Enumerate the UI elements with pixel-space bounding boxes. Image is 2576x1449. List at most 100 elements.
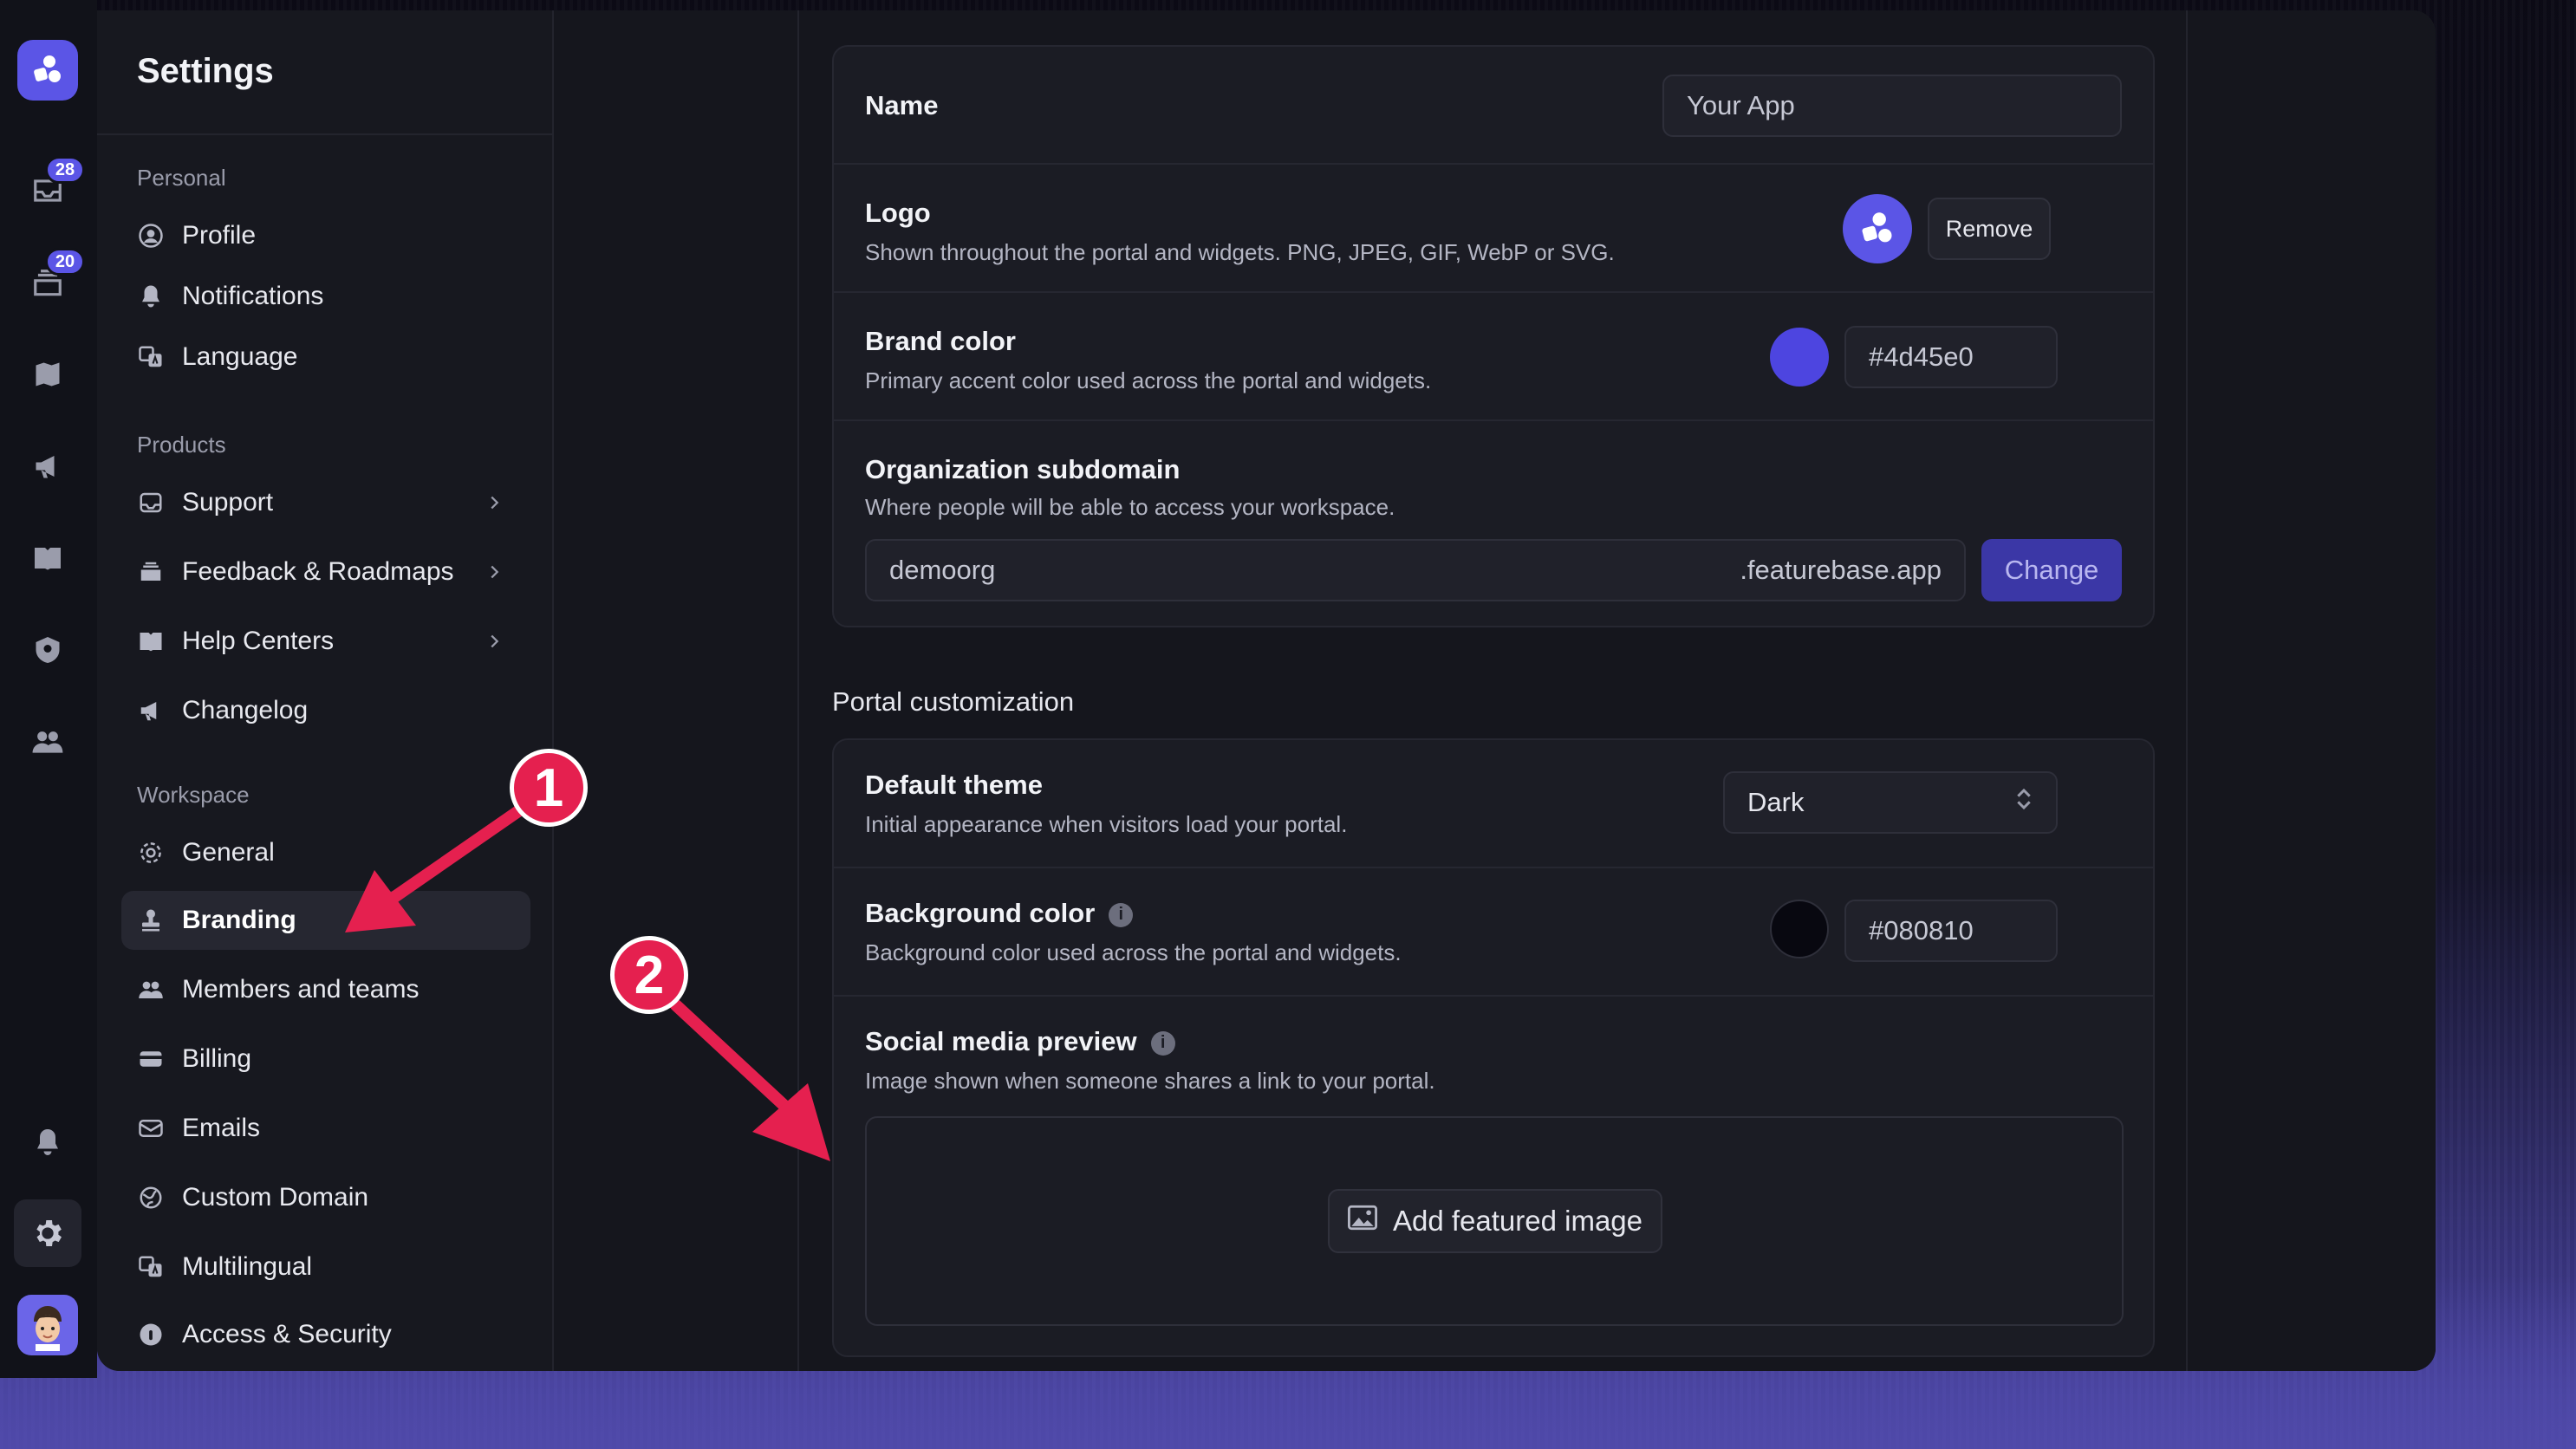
sidebar-item-language[interactable]: Language	[121, 328, 530, 387]
tray-icon	[137, 558, 165, 586]
megaphone-icon[interactable]	[29, 447, 67, 485]
remove-logo-button[interactable]: Remove	[1928, 198, 2051, 260]
section-personal: Personal	[137, 165, 226, 191]
sidebar-item-label: Access & Security	[182, 1320, 392, 1348]
tray-badge: 20	[45, 248, 85, 276]
brand-color-description: Primary accent color used across the por…	[865, 367, 1432, 393]
subdomain-value: demoorg	[889, 555, 996, 585]
middle-gutter	[556, 10, 799, 1371]
app-rail: 28 20	[0, 0, 97, 1378]
inbox-badge: 28	[45, 156, 85, 184]
book-icon	[137, 627, 165, 655]
bell-icon	[137, 283, 165, 310]
background-color-swatch[interactable]	[1770, 900, 1829, 958]
default-theme-value: Dark	[1747, 787, 1805, 817]
avatar-icon[interactable]	[17, 1295, 78, 1355]
default-theme-description: Initial appearance when visitors load yo…	[865, 811, 1348, 837]
background-color-input[interactable]: #080810	[1844, 900, 2058, 962]
megaphone-icon	[137, 697, 165, 724]
sidebar-item-label: Profile	[182, 221, 257, 250]
change-subdomain-button[interactable]: Change	[1981, 539, 2122, 601]
annotation-marker-2: 2	[610, 936, 688, 1014]
sidebar-item-feedback[interactable]: Feedback & Roadmaps	[121, 543, 530, 601]
sidebar-item-label: Members and teams	[182, 975, 420, 1004]
subdomain-description: Where people will be able to access your…	[865, 494, 1395, 520]
default-theme-label: Default theme	[865, 770, 1043, 800]
sidebar-item-label: Emails	[182, 1114, 261, 1142]
branding-content: Name Your App Logo Shown throughout the …	[801, 10, 2188, 1371]
brand-color-label: Brand color	[865, 326, 1016, 356]
logo-row: Logo Shown throughout the portal and wid…	[834, 165, 2153, 293]
logo-preview-icon[interactable]	[1843, 194, 1912, 263]
name-input[interactable]: Your App	[1662, 75, 2122, 137]
sidebar-item-label: Feedback & Roadmaps	[182, 557, 454, 586]
sidebar-item-emails[interactable]: Emails	[121, 1099, 530, 1158]
right-pane	[2188, 10, 2436, 1371]
general-branding-card: Name Your App Logo Shown throughout the …	[832, 45, 2155, 627]
chevron-right-icon	[482, 629, 506, 653]
chevron-up-down-icon	[2014, 786, 2033, 819]
app-logo-icon[interactable]	[17, 40, 78, 101]
default-theme-select[interactable]: Dark	[1723, 771, 2058, 834]
sidebar-item-profile[interactable]: Profile	[121, 206, 530, 265]
sidebar-item-access-security[interactable]: Access & Security	[121, 1305, 530, 1364]
annotation-marker-1: 1	[510, 749, 588, 827]
shield-icon[interactable]	[29, 631, 67, 669]
gear-icon[interactable]	[14, 1199, 81, 1267]
bell-icon[interactable]	[29, 1123, 67, 1161]
sidebar-item-label: General	[182, 838, 275, 867]
portal-customization-heading: Portal customization	[832, 686, 1075, 717]
user-circle-icon	[137, 222, 165, 250]
sidebar-item-billing[interactable]: Billing	[121, 1030, 530, 1088]
sidebar-item-custom-domain[interactable]: Custom Domain	[121, 1168, 530, 1227]
section-workspace: Workspace	[137, 782, 250, 808]
add-featured-image-button[interactable]: Add featured image	[1328, 1189, 1662, 1253]
lock-icon	[137, 1321, 165, 1348]
book-icon[interactable]	[29, 539, 67, 577]
sidebar-item-label: Billing	[182, 1044, 252, 1073]
featured-image-dropzone[interactable]: Add featured image	[865, 1116, 2124, 1326]
sidebar-item-label: Support	[182, 488, 274, 517]
chevron-right-icon	[482, 560, 506, 584]
logo-description: Shown throughout the portal and widgets.…	[865, 239, 1615, 265]
logo-label: Logo	[865, 198, 931, 228]
sidebar-item-support[interactable]: Support	[121, 473, 530, 532]
envelope-icon	[137, 1114, 165, 1142]
users-icon	[137, 976, 165, 1004]
inbox-icon	[137, 489, 165, 517]
map-icon[interactable]	[29, 355, 67, 393]
sidebar-item-general[interactable]: General	[121, 823, 530, 882]
sidebar-item-branding[interactable]: Branding	[121, 891, 530, 950]
translate-icon	[137, 1253, 165, 1281]
section-products: Products	[137, 432, 226, 458]
sidebar-item-members[interactable]: Members and teams	[121, 960, 530, 1019]
social-preview-row: Social media preview i Image shown when s…	[834, 997, 2153, 1355]
sidebar-item-label: Help Centers	[182, 627, 335, 655]
sidebar-item-label: Language	[182, 342, 298, 371]
default-theme-row: Default theme Initial appearance when vi…	[834, 740, 2153, 868]
settings-window: Settings Personal Profile Notifications …	[97, 10, 2436, 1371]
subdomain-row: Organization subdomain Where people will…	[834, 421, 2153, 626]
sidebar-item-label: Changelog	[182, 696, 309, 724]
chevron-right-icon	[482, 491, 506, 515]
settings-title: Settings	[137, 52, 274, 90]
users-icon[interactable]	[29, 723, 67, 761]
subdomain-suffix: .featurebase.app	[1740, 555, 1942, 585]
social-preview-description: Image shown when someone shares a link t…	[865, 1068, 1435, 1094]
info-icon[interactable]: i	[1150, 1030, 1175, 1056]
sidebar-item-multilingual[interactable]: Multilingual	[121, 1238, 530, 1296]
sidebar-item-changelog[interactable]: Changelog	[121, 681, 530, 740]
social-preview-label-text: Social media preview	[865, 1026, 1137, 1056]
brand-color-swatch[interactable]	[1770, 328, 1829, 387]
stamp-icon	[137, 906, 165, 934]
sidebar-item-label: Notifications	[182, 282, 324, 310]
credit-card-icon	[137, 1045, 165, 1073]
background-color-description: Background color used across the portal …	[865, 939, 1402, 965]
info-icon[interactable]: i	[1109, 902, 1134, 927]
settings-sidebar: Settings Personal Profile Notifications …	[97, 10, 554, 1371]
subdomain-input[interactable]: demoorg .featurebase.app	[865, 539, 1966, 601]
sidebar-item-notifications[interactable]: Notifications	[121, 267, 530, 326]
translate-icon	[137, 343, 165, 371]
brand-color-input[interactable]: #4d45e0	[1844, 326, 2058, 388]
sidebar-item-help-centers[interactable]: Help Centers	[121, 612, 530, 671]
